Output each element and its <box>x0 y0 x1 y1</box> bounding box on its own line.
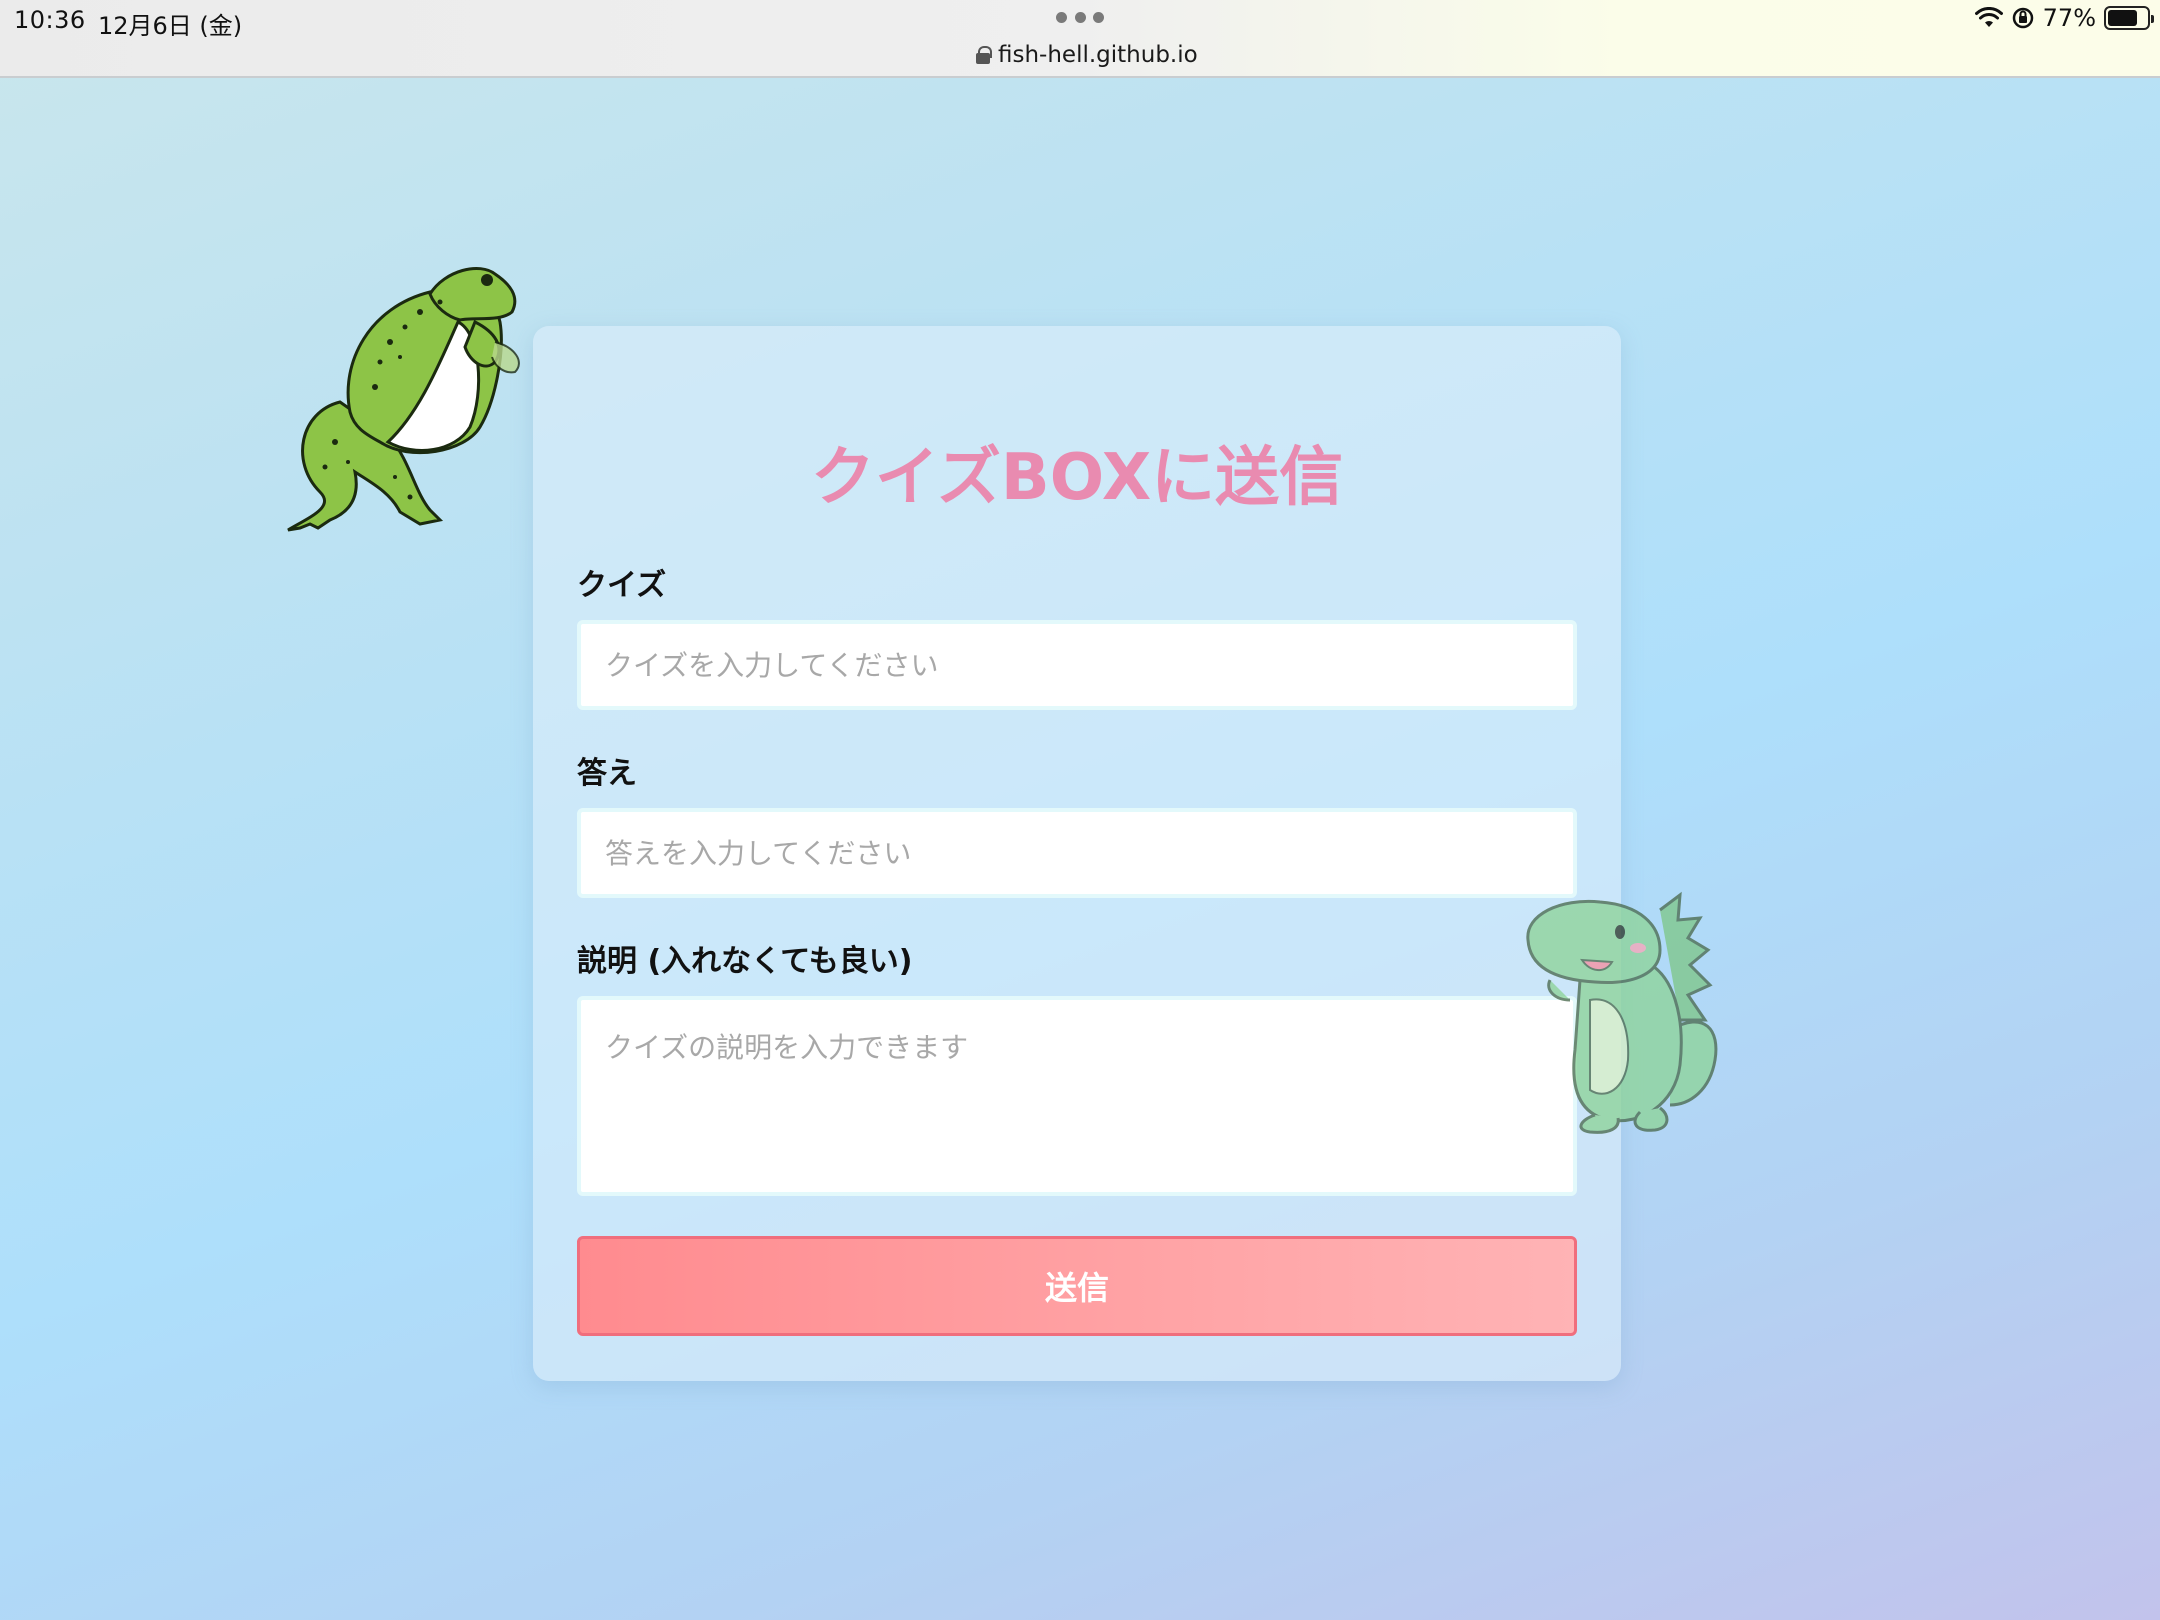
answer-label: 答え <box>577 756 637 791</box>
battery-icon <box>2104 6 2154 30</box>
more-dots-icon[interactable] <box>1056 10 1104 24</box>
answer-input[interactable] <box>577 808 1577 898</box>
status-indicators: 77% <box>1974 4 2154 32</box>
description-label: 説明 (入れなくても良い) <box>577 944 913 979</box>
quiz-label: クイズ <box>577 568 667 603</box>
dinosaur-illustration <box>1526 891 1718 1134</box>
status-date: 12月6日 (金) <box>98 12 243 40</box>
frog-illustration <box>287 266 520 532</box>
orientation-lock-icon <box>2012 7 2033 29</box>
lock-icon <box>976 46 992 64</box>
submit-button[interactable]: 送信 <box>577 1236 1577 1336</box>
status-bar: 10:36 12月6日 (金) fish-hell.github.io 77% <box>0 0 2160 78</box>
page-title: クイズBOXに送信 <box>810 441 1344 515</box>
battery-percent: 77% <box>2042 4 2096 32</box>
quiz-form-card: クイズBOXに送信 クイズ 答え 説明 (入れなくても良い) 送信 <box>533 326 1621 1381</box>
wifi-icon <box>1974 7 2003 27</box>
status-time: 10:36 <box>14 6 86 34</box>
address-bar[interactable]: fish-hell.github.io <box>976 40 1198 70</box>
description-textarea[interactable] <box>577 996 1577 1196</box>
url-text: fish-hell.github.io <box>998 42 1198 68</box>
quiz-input[interactable] <box>577 620 1577 710</box>
